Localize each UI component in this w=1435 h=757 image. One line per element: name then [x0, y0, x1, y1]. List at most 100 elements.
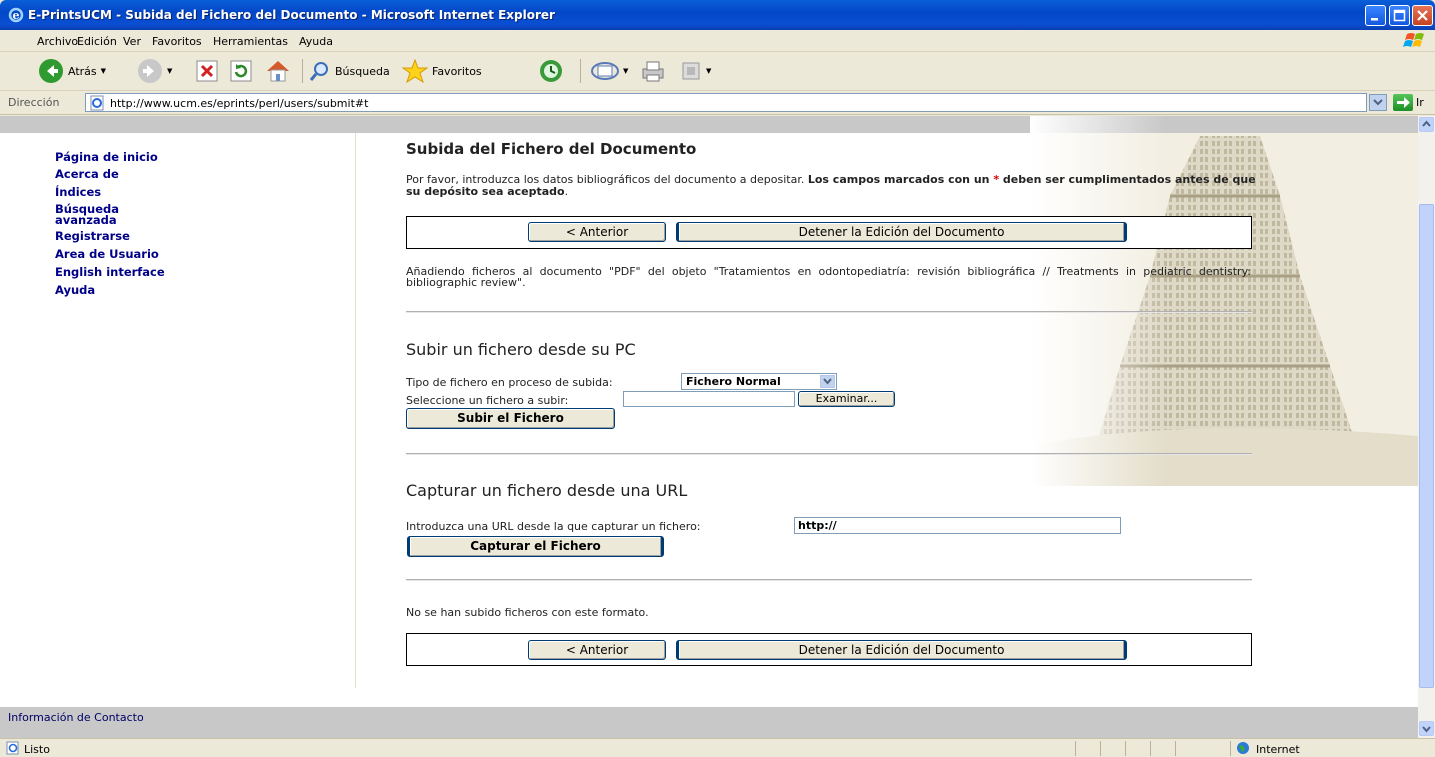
previous-button[interactable]: < Anterior	[528, 222, 666, 242]
address-bar: Dirección http://www.ucm.es/eprints/perl…	[0, 91, 1435, 115]
sidebar-item-registrarse[interactable]: Registrarse	[55, 230, 165, 243]
file-type-select[interactable]: Fichero Normal	[681, 373, 837, 390]
print-button[interactable]	[640, 57, 666, 85]
go-label[interactable]: Ir	[1416, 96, 1424, 109]
sidebar-item-busqueda[interactable]: Búsqueda avanzada	[55, 203, 145, 226]
page-title: Subida del Fichero del Documento	[406, 140, 697, 158]
back-button[interactable]: Atrás ▼	[38, 57, 106, 85]
standard-toolbar: Atrás ▼ ▼ Búsqueda Favoritos ▼ ▼	[0, 52, 1435, 91]
divider	[406, 453, 1252, 455]
stop-editing-button-bottom[interactable]: Detener la Edición del Documento	[676, 640, 1127, 660]
close-button[interactable]	[1412, 5, 1433, 26]
menu-favoritos[interactable]: Favoritos	[152, 35, 202, 48]
scroll-down-button[interactable]	[1419, 721, 1434, 736]
address-label: Dirección	[8, 96, 60, 109]
home-button[interactable]	[265, 57, 291, 85]
windows-logo-icon	[1403, 33, 1424, 47]
ie-page-icon	[90, 95, 104, 111]
back-dropdown-icon[interactable]: ▼	[101, 67, 106, 75]
scroll-up-button[interactable]	[1419, 117, 1434, 132]
address-dropdown-button[interactable]	[1369, 94, 1387, 111]
stop-icon	[196, 60, 218, 82]
address-input[interactable]: http://www.ucm.es/eprints/perl/users/sub…	[85, 93, 1367, 112]
edit-button[interactable]: ▼	[680, 57, 711, 85]
previous-button-bottom[interactable]: < Anterior	[528, 640, 666, 660]
browse-button[interactable]: Examinar...	[798, 391, 895, 407]
home-icon	[267, 61, 289, 82]
edit-page-icon	[682, 62, 700, 80]
menu-ayuda[interactable]: Ayuda	[299, 35, 333, 48]
sidebar-item-english[interactable]: English interface	[55, 266, 165, 279]
minimize-button[interactable]	[1365, 5, 1386, 26]
select-file-label: Seleccione un fichero a subir:	[406, 394, 569, 407]
window-titlebar[interactable]: e E-PrintsUCM - Subida del Fichero del D…	[0, 0, 1435, 30]
sidebar-item-indices[interactable]: Índices	[55, 186, 165, 199]
menu-archivo[interactable]: Archivo	[37, 35, 78, 48]
history-icon	[540, 60, 562, 82]
url-capture-label: Introduzca una URL desde la que capturar…	[406, 520, 701, 533]
contact-link[interactable]: Información de Contacto	[8, 711, 144, 724]
go-arrow-icon	[1397, 97, 1410, 108]
internet-explorer-icon: e	[8, 7, 24, 23]
favorites-star-icon	[402, 59, 428, 83]
maximize-button[interactable]	[1389, 5, 1410, 26]
vertical-scrollbar[interactable]	[1418, 116, 1435, 738]
no-files-text: No se han subido ficheros con este forma…	[406, 606, 649, 619]
minimize-icon	[1371, 18, 1378, 21]
mail-button[interactable]: ▼	[591, 57, 628, 85]
edit-dropdown-icon[interactable]: ▼	[706, 67, 711, 75]
menu-ver[interactable]: Ver	[123, 35, 141, 48]
upload-file-button[interactable]: Subir el Fichero	[406, 408, 615, 429]
page-footer: Información de Contacto	[0, 707, 1418, 738]
bottom-navigation-box: < Anterior Detener la Edición del Docume…	[406, 633, 1252, 666]
divider	[406, 311, 1252, 313]
mail-dropdown-icon[interactable]: ▼	[623, 67, 628, 75]
top-navigation-box: < Anterior Detener la Edición del Docume…	[406, 216, 1252, 249]
intro-text: Por favor, introduzca los datos bibliogr…	[406, 173, 1256, 198]
go-button[interactable]	[1393, 94, 1413, 111]
adding-files-text: Añadiendo ficheros al documento "PDF" de…	[406, 265, 1251, 289]
file-path-input[interactable]	[623, 391, 795, 407]
capture-file-button[interactable]: Capturar el Fichero	[407, 536, 664, 557]
refresh-icon	[230, 60, 252, 82]
page-done-icon	[6, 741, 19, 755]
chevron-down-icon	[823, 378, 832, 385]
sidebar-item-inicio[interactable]: Página de inicio	[55, 151, 165, 164]
url-capture-input[interactable]: http://	[794, 517, 1121, 534]
close-icon	[1417, 10, 1428, 21]
globe-icon	[1237, 742, 1249, 754]
status-bar: Listo Internet	[0, 738, 1435, 757]
page-viewport: Página de inicio Acerca de Índices Búsqu…	[0, 116, 1418, 738]
forward-arrow-icon	[138, 59, 162, 83]
chevron-down-icon	[1370, 95, 1386, 110]
chevron-down-icon	[1422, 726, 1431, 733]
history-button[interactable]	[538, 57, 564, 85]
sidebar-item-acerca[interactable]: Acerca de	[55, 168, 165, 181]
forward-button[interactable]: ▼	[137, 57, 172, 85]
search-icon	[309, 62, 328, 81]
menu-bar: Archivo Edición Ver Favoritos Herramient…	[0, 30, 1435, 52]
refresh-button[interactable]	[230, 57, 252, 85]
forward-dropdown-icon[interactable]: ▼	[167, 67, 172, 75]
favorites-button[interactable]: Favoritos	[402, 57, 482, 85]
file-type-label: Tipo de fichero en proceso de subida:	[406, 376, 613, 389]
printer-icon	[642, 61, 664, 82]
url-section-title: Capturar un fichero desde una URL	[406, 481, 688, 500]
tower-of-babel-image	[1030, 116, 1418, 486]
back-arrow-icon	[39, 59, 63, 83]
sidebar-nav: Página de inicio Acerca de Índices Búsqu…	[55, 149, 165, 297]
security-zone-label: Internet	[1256, 743, 1300, 756]
status-text: Listo	[24, 743, 50, 756]
scroll-thumb[interactable]	[1419, 204, 1434, 688]
sidebar-item-area-usuario[interactable]: Area de Usuario	[55, 248, 165, 261]
window-title: E-PrintsUCM - Subida del Fichero del Doc…	[28, 8, 555, 22]
stop-button[interactable]	[196, 57, 218, 85]
sidebar-item-ayuda[interactable]: Ayuda	[55, 284, 165, 297]
menu-edicion[interactable]: Edición	[77, 35, 117, 48]
chevron-up-icon	[1422, 120, 1431, 127]
search-button[interactable]: Búsqueda	[309, 57, 390, 85]
menu-herramientas[interactable]: Herramientas	[213, 35, 288, 48]
maximize-icon	[1393, 9, 1406, 22]
stop-editing-button[interactable]: Detener la Edición del Documento	[676, 222, 1127, 242]
upload-section-title: Subir un fichero desde su PC	[406, 340, 636, 359]
